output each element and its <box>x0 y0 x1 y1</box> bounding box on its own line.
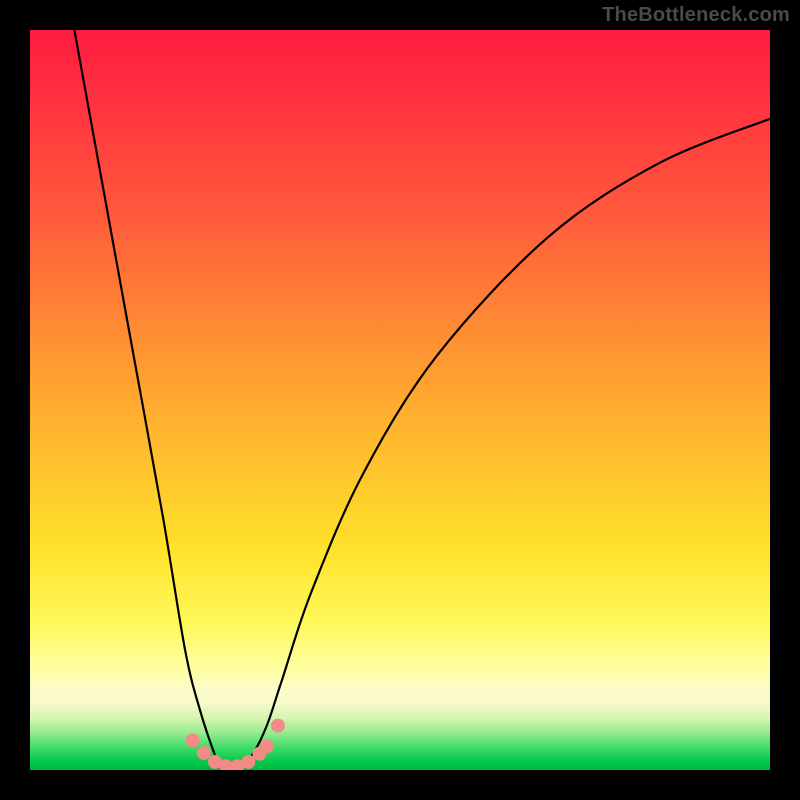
cluster-point <box>241 755 255 769</box>
curve-overlay <box>30 30 770 770</box>
cluster-point <box>260 739 274 753</box>
outer-frame: TheBottleneck.com <box>0 0 800 800</box>
bottleneck-curve <box>74 30 770 770</box>
curve-path <box>74 30 770 770</box>
bottom-cluster-markers <box>186 719 285 770</box>
cluster-point <box>271 719 285 733</box>
plot-area <box>30 30 770 770</box>
cluster-point <box>186 733 200 747</box>
watermark-text: TheBottleneck.com <box>602 4 790 27</box>
cluster-point <box>197 746 211 760</box>
